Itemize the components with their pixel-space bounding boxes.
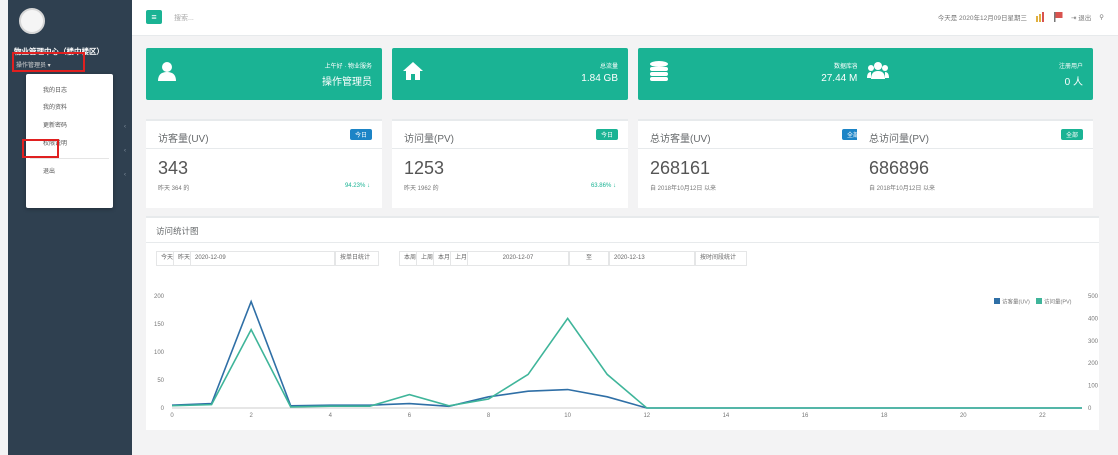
chevron-left-icon: ‹ [124,172,126,178]
x-tick-label: 4 [329,413,333,419]
y-right-tick-label: 500 [1088,294,1099,300]
card-pv-total: 总访问量(PV) 全部 686896 自 2018年10月12日 以来 [857,119,1093,208]
card-percent: 94.23% ↓ [344,183,370,189]
by-range-button[interactable]: 按时间段统计 [695,251,747,266]
stat-label: 注册用户 [1058,64,1083,70]
search-input[interactable]: 搜索... [174,13,194,23]
card-subtext: 自 2018年10月12日 以来 [869,186,936,192]
card-title: 总访问量(PV) [869,134,929,145]
y-right-tick-label: 0 [1088,406,1092,412]
menu-toggle-button[interactable]: ≡ [146,10,162,24]
stat-value: 1.84 GB [581,73,618,84]
card-title: 访问量(PV) [404,134,454,145]
flag-icon[interactable] [1053,12,1063,22]
y-left-tick-label: 0 [161,406,165,412]
chevron-left-icon: ‹ [124,124,126,130]
legend-label: 访问量(PV) [1044,298,1072,306]
y-left-tick-label: 200 [154,294,165,300]
card-title: 总访客量(UV) [650,134,711,145]
card-title: 访客量(UV) [158,134,209,145]
series-line-2 [171,317,1082,409]
database-icon [650,61,668,81]
x-tick-label: 22 [1039,413,1046,419]
y-right-tick-label: 300 [1088,339,1099,345]
stat-box-traffic: 总流量 1.84 GB [392,48,628,100]
by-day-button[interactable]: 按单日统计 [335,251,379,266]
avatar[interactable] [19,8,45,34]
chevron-left-icon: ‹ [124,148,126,154]
y-left-tick-label: 100 [154,350,165,356]
legend-swatch [994,298,1000,304]
card-number: 686896 [869,158,930,178]
x-tick-label: 20 [960,413,967,419]
menu-divider [30,158,109,159]
stat-label: 上午好 · 物业服务 [324,64,372,70]
top-right-area: 今天是 2020年12月09日星期三 ⇥ 退出 ⚲ [938,12,1104,22]
menu-item-logout[interactable]: 退出 [26,166,113,175]
chart-title: 访问统计图 [156,226,199,236]
card-divider [638,148,874,149]
card-divider [857,148,1093,149]
x-tick-label: 10 [564,413,571,419]
profile-role-dropdown[interactable]: 操作管理员 ▾ [16,60,51,69]
chart-flag-icon[interactable] [1035,12,1045,22]
stat-box-users: 注册用户 0 人 [857,48,1093,100]
x-tick-label: 14 [723,413,730,419]
x-tick-label: 8 [487,413,491,419]
card-number: 268161 [650,158,711,178]
location-icon[interactable]: ⚲ [1099,13,1104,21]
date-input[interactable]: 2020-12-09 [190,251,335,266]
stat-value: 0 人 [1064,77,1083,88]
menu-item-change-password[interactable]: 更新密码 [26,120,113,129]
users-icon [867,62,889,79]
y-left-tick-label: 50 [157,378,164,384]
legend-swatch [1036,298,1042,304]
stat-value: 操作管理员 [322,77,372,88]
x-tick-label: 2 [249,413,253,419]
stat-box-database: 数据库容量 27.44 MB [638,48,874,100]
x-tick-label: 16 [802,413,809,419]
card-badge: 全部 [1060,129,1083,140]
home-icon [403,62,423,80]
date-from-input[interactable]: 2020-12-07 [467,251,569,266]
card-subtext: 自 2018年10月12日 以来 [650,186,717,192]
x-tick-label: 0 [170,413,174,419]
menu-item-my-log[interactable]: 我的日志 [26,85,113,94]
visit-chart-panel: 访问统计图 今天 昨天 2020-12-09 按单日统计 本周 上周 本月 上月… [146,216,1099,430]
card-number: 343 [158,158,189,178]
x-tick-label: 6 [408,413,412,419]
stat-box-operator: 上午好 · 物业服务 操作管理员 [146,48,382,100]
menu-item-my-profile[interactable]: 我的资料 [26,102,113,111]
highlight-box-password [22,139,59,158]
logout-label: 退出 [1078,15,1092,22]
chart-divider [146,242,1099,243]
x-tick-label: 18 [881,413,888,419]
logout-link[interactable]: ⇥ 退出 [1071,12,1091,22]
date-text: 今天是 2020年12月09日星期三 [937,15,1027,22]
y-left-tick-label: 150 [154,322,165,328]
card-divider [146,148,382,149]
card-pv-today: 访问量(PV) 今日 1253 昨天 1962 的 63.86% ↓ [392,119,628,208]
card-subtext: 昨天 364 的 [158,186,190,192]
card-badge: 今日 [595,129,618,140]
date-to-input[interactable]: 2020-12-13 [609,251,695,266]
sidebar: 物业管理中心（楼中楼区） 操作管理员 ▾ ‹ ‹ ‹ 我的日志 我的资料 更新密… [8,0,132,455]
card-uv-total: 总访客量(UV) 全部 268161 自 2018年10月12日 以来 [638,119,874,208]
top-navbar: ≡ 搜索... 今天是 2020年12月09日星期三 ⇥ 退出 ⚲ [132,0,1118,36]
user-icon [158,62,176,81]
card-divider [392,148,628,149]
card-badge: 今日 [349,129,372,140]
y-right-tick-label: 100 [1088,384,1099,390]
card-subtext: 昨天 1962 的 [404,186,439,192]
card-uv-today: 访客量(UV) 今日 343 昨天 364 的 94.23% ↓ [146,119,382,208]
to-label: 至 [569,251,609,266]
y-right-tick-label: 400 [1088,316,1099,322]
card-number: 1253 [404,158,445,178]
legend-label: 访客量(UV) [1002,298,1030,306]
stat-label: 总流量 [599,64,618,70]
x-tick-label: 12 [643,413,650,419]
y-right-tick-label: 200 [1088,361,1099,367]
line-chart: 0 50 100 150 200 0 100 200 300 400 500 0 2 4 6 8 10 12 14 1… [154,294,1099,419]
card-percent: 63.86% ↓ [590,183,616,189]
